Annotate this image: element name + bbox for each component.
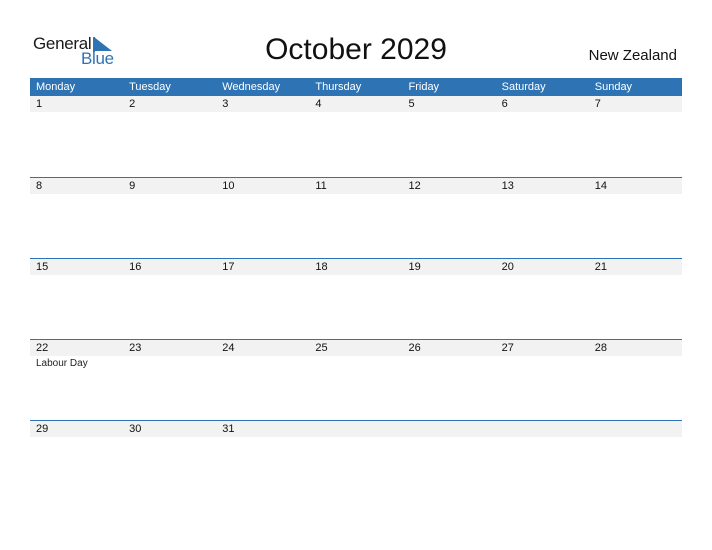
day-number: 11 (315, 180, 327, 192)
week-row: 29 30 31 (30, 420, 682, 501)
day-event (216, 356, 309, 370)
day-number: 27 (501, 342, 514, 354)
week-row: 15 16 17 18 19 20 21 (30, 258, 682, 339)
day-event (123, 437, 216, 438)
day-event (589, 112, 682, 113)
day-number: 21 (594, 261, 607, 273)
day-event (403, 112, 496, 113)
day-number: 12 (408, 180, 421, 192)
day-event: Labour Day (36, 358, 88, 369)
day-event (216, 437, 309, 438)
day-event (589, 356, 682, 370)
day-event (216, 275, 309, 276)
day-event (309, 437, 402, 438)
week-row: 1 2 3 4 5 6 7 (30, 96, 682, 177)
day-number: 26 (408, 342, 421, 354)
day-number: 14 (594, 180, 607, 192)
day-number: 19 (408, 261, 421, 273)
calendar-grid: Monday Tuesday Wednesday Thursday Friday… (30, 78, 682, 501)
events-row (30, 112, 682, 113)
day-number: 8 (36, 180, 43, 192)
day-event (123, 356, 216, 370)
day-event (30, 112, 123, 113)
day-event (216, 112, 309, 113)
day-number: 25 (315, 342, 328, 354)
day-event (589, 194, 682, 195)
day-event (403, 194, 496, 195)
day-number: 16 (129, 261, 142, 273)
day-event (30, 194, 123, 195)
day-event (309, 194, 402, 195)
day-number: 20 (501, 261, 514, 273)
day-event (216, 194, 309, 195)
day-number: 29 (36, 423, 49, 435)
day-number: 6 (501, 98, 508, 110)
day-event (403, 275, 496, 276)
day-event (589, 275, 682, 276)
day-number: 15 (36, 261, 49, 273)
week-row: 8 9 10 11 12 13 14 (30, 177, 682, 258)
country-label: New Zealand (588, 47, 677, 64)
day-event (123, 275, 216, 276)
day-number: 10 (222, 180, 235, 192)
events-row: Labour Day (30, 356, 682, 370)
weekday-friday: Friday (408, 81, 440, 93)
day-number: 1 (36, 98, 43, 110)
day-number-strip: 22 23 24 25 26 27 28 (30, 340, 682, 356)
day-number: 24 (222, 342, 235, 354)
day-event (496, 437, 589, 438)
day-number (496, 421, 589, 437)
day-event (496, 356, 589, 370)
day-number-strip: 15 16 17 18 19 20 21 (30, 259, 682, 275)
events-row (30, 275, 682, 276)
day-event (30, 437, 123, 438)
day-number: 30 (129, 423, 142, 435)
day-event (589, 437, 682, 438)
day-number: 22 (36, 342, 49, 354)
day-event (30, 275, 123, 276)
day-number: 2 (129, 98, 136, 110)
day-event (496, 275, 589, 276)
day-event (496, 112, 589, 113)
day-event (496, 194, 589, 195)
day-number: 9 (129, 180, 136, 192)
day-number (403, 421, 496, 437)
day-event (309, 112, 402, 113)
day-number: 18 (315, 261, 328, 273)
day-number: 3 (222, 98, 229, 110)
day-number: 5 (408, 98, 415, 110)
day-event (123, 194, 216, 195)
weekday-wednesday: Wednesday (222, 81, 281, 93)
week-row: 22 23 24 25 26 27 28 Labour Day (30, 339, 682, 420)
weekday-header: Monday Tuesday Wednesday Thursday Friday… (30, 78, 682, 96)
weekday-saturday: Saturday (501, 81, 546, 93)
day-event (309, 356, 402, 370)
day-number: 23 (129, 342, 142, 354)
day-number: 4 (315, 98, 322, 110)
day-number-strip: 8 9 10 11 12 13 14 (30, 178, 682, 194)
day-event (403, 356, 496, 370)
weeks-container: 1 2 3 4 5 6 7 8 9 10 11 12 13 14 15 16 17 18 19 20 21 22 23 24 2… (30, 96, 682, 501)
weekday-sunday: Sunday (594, 81, 633, 93)
day-number-strip: 1 2 3 4 5 6 7 (30, 96, 682, 112)
day-number: 13 (501, 180, 514, 192)
day-number (589, 421, 682, 437)
day-event (403, 437, 496, 438)
day-event (309, 275, 402, 276)
day-number: 31 (222, 423, 235, 435)
day-number: 7 (594, 98, 601, 110)
weekday-tuesday: Tuesday (129, 81, 171, 93)
day-number: 28 (594, 342, 607, 354)
weekday-thursday: Thursday (315, 81, 362, 93)
day-event (123, 112, 216, 113)
events-row (30, 194, 682, 195)
weekday-monday: Monday (36, 81, 76, 93)
day-number: 17 (222, 261, 235, 273)
day-number (309, 421, 402, 437)
day-number-strip: 29 30 31 (30, 421, 682, 437)
events-row (30, 437, 682, 438)
